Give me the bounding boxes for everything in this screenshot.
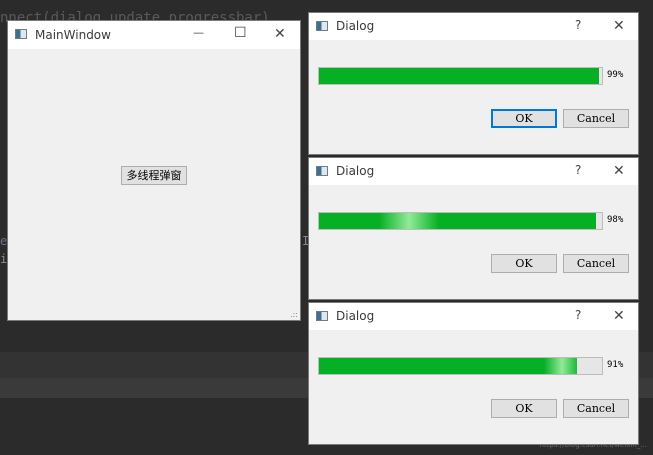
window-app-icon xyxy=(316,311,328,321)
window-app-icon xyxy=(316,21,328,31)
dialog-titlebar[interactable]: Dialog ? ✕ xyxy=(309,303,638,330)
dialog-window: Dialog ? ✕ 98% OK Cancel xyxy=(308,157,639,300)
resize-grip[interactable]: .:: xyxy=(290,310,298,319)
window-app-icon xyxy=(15,29,27,39)
main-window-titlebar[interactable]: MainWindow — ☐ ✕ xyxy=(8,21,300,49)
progress-bar-shine xyxy=(544,358,580,374)
multithread-popup-button[interactable]: 多线程弹窗 xyxy=(121,166,187,185)
dialog-title: Dialog xyxy=(336,164,375,178)
ok-button[interactable]: OK xyxy=(491,399,557,418)
progress-percent-label: 98% xyxy=(607,215,624,225)
progress-percent-label: 91% xyxy=(607,360,624,370)
progress-percent-label: 99% xyxy=(607,70,624,80)
ok-button[interactable]: OK xyxy=(491,109,557,128)
close-button[interactable]: ✕ xyxy=(274,26,286,42)
dialog-window: Dialog ? ✕ 91% OK Cancel xyxy=(308,302,639,445)
progress-bar-fill xyxy=(319,358,577,374)
minimize-button[interactable]: — xyxy=(193,26,204,39)
progress-bar-fill xyxy=(319,68,600,84)
cancel-button[interactable]: Cancel xyxy=(563,254,629,273)
progress-bar-fill xyxy=(319,213,597,229)
dialog-titlebar[interactable]: Dialog ? ✕ xyxy=(309,158,638,185)
dialog-window: Dialog ? ✕ 99% OK Cancel xyxy=(308,12,639,155)
maximize-button[interactable]: ☐ xyxy=(234,25,247,41)
progress-bar xyxy=(318,67,603,85)
close-button[interactable]: ✕ xyxy=(613,18,625,34)
progress-bar xyxy=(318,357,603,375)
progress-bar xyxy=(318,212,603,230)
dialog-title: Dialog xyxy=(336,309,375,323)
progress-bar-shine xyxy=(379,213,439,229)
close-button[interactable]: ✕ xyxy=(613,308,625,324)
window-app-icon xyxy=(316,166,328,176)
close-button[interactable]: ✕ xyxy=(613,163,625,179)
main-window: MainWindow — ☐ ✕ 多线程弹窗 .:: xyxy=(7,20,301,321)
dialog-title: Dialog xyxy=(336,19,375,33)
cancel-button[interactable]: Cancel xyxy=(563,399,629,418)
help-button[interactable]: ? xyxy=(575,163,581,177)
help-button[interactable]: ? xyxy=(575,18,581,32)
main-window-title: MainWindow xyxy=(35,28,111,42)
dialog-titlebar[interactable]: Dialog ? ✕ xyxy=(309,13,638,40)
cancel-button[interactable]: Cancel xyxy=(563,109,629,128)
help-button[interactable]: ? xyxy=(575,308,581,322)
ok-button[interactable]: OK xyxy=(491,254,557,273)
